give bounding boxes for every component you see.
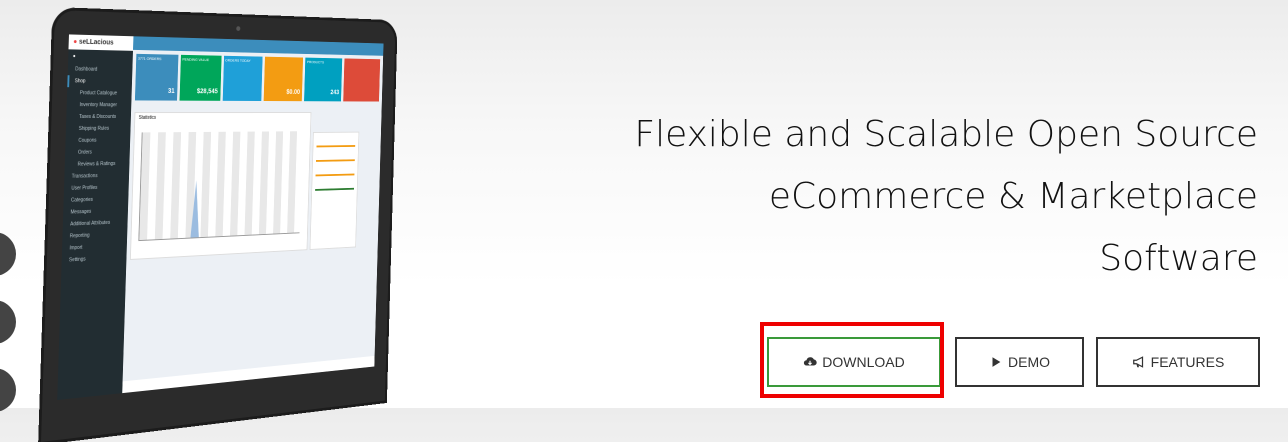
mockup-tile: PRODUCTS 243: [304, 58, 342, 102]
mockup-tile: [343, 58, 380, 101]
mockup-tile: ORDERS TODAY: [222, 56, 263, 101]
monitor-mockup: ● seLLacious ● Dashboard Shop Product Cata…: [41, 10, 395, 442]
headline-line-1: Flexible and Scalable Open Source: [498, 104, 1258, 166]
features-button-label: FEATURES: [1151, 354, 1225, 370]
hero-headline: Flexible and Scalable Open Source eComme…: [498, 104, 1258, 290]
edge-decoration: [0, 300, 16, 344]
mockup-tile: $0.00: [264, 57, 303, 101]
mockup-bar: [316, 174, 355, 177]
highlight-box: [760, 322, 944, 398]
mockup-nav-item: Product Catalogue: [67, 87, 132, 99]
mockup-tiles: 3771 ORDERS 31 PENDING VALUE $28,545 ORDERS …: [135, 54, 380, 102]
megaphone-icon: [1132, 355, 1146, 369]
camera-dot: [236, 26, 240, 31]
mockup-bar: [316, 145, 355, 147]
mockup-chart-label: Statistics: [135, 113, 310, 123]
mockup-nav-item: Shop: [67, 75, 132, 88]
mockup-nav-item: Dashboard: [68, 63, 133, 76]
mockup-nav-item: Inventory Manager: [67, 99, 132, 111]
edge-decoration: [0, 368, 16, 412]
mockup-nav-item: Shipping Rules: [66, 123, 131, 135]
mockup-main: 3771 ORDERS 31 PENDING VALUE $28,545 ORDERS …: [122, 36, 383, 393]
play-icon: [989, 355, 1003, 369]
demo-button-label: DEMO: [1008, 354, 1050, 370]
edge-decoration: [0, 232, 16, 276]
features-button[interactable]: FEATURES: [1096, 337, 1260, 387]
mockup-side-panel: [310, 132, 360, 250]
mockup-logo: ● seLLacious: [68, 34, 133, 50]
mockup-bar: [316, 159, 355, 162]
dashboard-screenshot: ● seLLacious ● Dashboard Shop Product Cata…: [57, 34, 383, 400]
mockup-tile: 3771 ORDERS 31: [135, 54, 178, 101]
demo-button[interactable]: DEMO: [955, 337, 1084, 387]
mockup-chart-area: [138, 131, 302, 241]
mockup-chart-panel: Statistics: [130, 112, 311, 260]
mockup-chart-spike: [190, 180, 200, 237]
mockup-bar: [315, 188, 354, 191]
headline-line-3: Software: [498, 228, 1258, 290]
mockup-tile: PENDING VALUE $28,545: [179, 55, 221, 101]
mockup-topbar: [133, 36, 383, 56]
mockup-sidebar: ● seLLacious ● Dashboard Shop Product Cata…: [57, 34, 133, 400]
mockup-footer: [122, 356, 374, 393]
mockup-nav-item: Settings: [61, 251, 126, 266]
mockup-nav-item: Coupons: [65, 134, 130, 146]
mockup-user: ●: [68, 49, 133, 64]
mockup-nav-item: Taxes & Discounts: [66, 111, 131, 123]
headline-line-2: eCommerce & Marketplace: [498, 166, 1258, 228]
